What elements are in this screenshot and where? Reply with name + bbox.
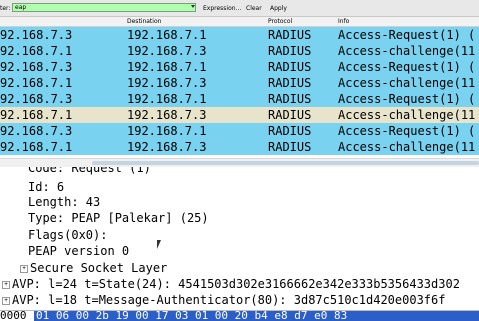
packet-destination: 192.168.7.1	[127, 60, 207, 74]
expand-icon[interactable]: +	[2, 280, 10, 289]
packet-row[interactable]: 92.168.7.3 192.168.7.1 RADIUS Access-Req…	[0, 123, 479, 139]
packet-row[interactable]: 92.168.7.1 192.168.7.3 RADIUS Access-cha…	[0, 107, 479, 123]
packet-info: Access-Request(1) (	[338, 124, 476, 138]
packet-source: 92.168.7.1	[0, 44, 73, 58]
expand-icon[interactable]: +	[2, 296, 10, 305]
packet-details-pane: Code: Request (1) Id: 6 Length: 43 Type:…	[0, 167, 479, 310]
expand-icon[interactable]: +	[20, 264, 28, 273]
detail-flags[interactable]: Flags(0x0):	[28, 227, 107, 243]
hex-offset: 0000	[0, 310, 27, 321]
packet-destination: 192.168.7.3	[127, 76, 207, 90]
packet-destination: 192.168.7.3	[127, 44, 207, 58]
detail-peap-version[interactable]: PEAP version 0	[28, 243, 129, 259]
packet-protocol: RADIUS	[268, 60, 312, 74]
packet-destination: 192.168.7.1	[127, 92, 207, 106]
filter-label: ter:	[0, 5, 11, 12]
filter-toolbar: ter: eap Expression... Clear Apply	[0, 0, 479, 17]
mouse-cursor-icon	[157, 240, 165, 249]
packet-protocol: RADIUS	[268, 76, 312, 90]
packet-info: Access-challenge(11	[338, 108, 476, 122]
packet-info: Access-challenge(11	[338, 140, 476, 154]
filter-input[interactable]: eap	[12, 3, 196, 12]
scrollbar-thumb[interactable]	[92, 161, 479, 165]
packet-destination: 192.168.7.1	[127, 28, 207, 42]
detail-ssl[interactable]: + Secure Socket Layer	[20, 260, 167, 276]
packet-info: Access-Request(1) (	[338, 60, 476, 74]
detail-avp-state[interactable]: + AVP: l=24 t=State(24): 4541503d302e3166…	[2, 276, 460, 292]
packet-protocol: RADIUS	[268, 28, 312, 42]
packet-info: Access-Request(1) (	[338, 92, 476, 106]
column-info[interactable]: Info	[338, 18, 349, 25]
packet-list-header: Destination Protocol Info	[0, 17, 479, 27]
packet-info: Access-challenge(11	[338, 76, 476, 90]
detail-code[interactable]: Code: Request (1)	[28, 167, 151, 176]
packet-source: 92.168.7.3	[0, 28, 73, 42]
detail-ssl-label: Secure Socket Layer	[30, 261, 168, 275]
packet-destination: 192.168.7.3	[127, 140, 207, 154]
packet-source: 92.168.7.3	[0, 60, 73, 74]
packet-protocol: RADIUS	[268, 44, 312, 58]
packet-destination: 192.168.7.3	[127, 108, 207, 122]
packet-row[interactable]: 92.168.7.3 192.168.7.1 RADIUS Access-Req…	[0, 91, 479, 107]
packet-row[interactable]: 92.168.7.1 192.168.7.3 RADIUS Access-cha…	[0, 43, 479, 59]
packet-source: 92.168.7.3	[0, 124, 73, 138]
detail-type[interactable]: Type: PEAP [Palekar] (25)	[28, 210, 209, 226]
detail-id[interactable]: Id: 6	[28, 179, 64, 195]
detail-avp-state-label: AVP: l=24 t=State(24): 4541503d302e31666…	[12, 277, 460, 291]
packet-protocol: RADIUS	[268, 124, 312, 138]
packet-info: Access-challenge(11	[338, 44, 476, 58]
packet-list-scrollbar[interactable]	[0, 158, 479, 167]
column-destination[interactable]: Destination	[127, 18, 161, 25]
detail-length[interactable]: Length: 43	[28, 194, 100, 210]
packet-protocol: RADIUS	[268, 108, 312, 122]
packet-info: Access-Request(1) (	[338, 28, 476, 42]
column-protocol[interactable]: Protocol	[268, 18, 292, 25]
filter-dropdown-icon[interactable]	[191, 5, 195, 8]
hex-bytes-pane: 0000 01 06 00 2b 19 00 17 03 01 00 20 b4…	[0, 310, 479, 321]
packet-row[interactable]: 92.168.7.1 192.168.7.3 RADIUS Access-cha…	[0, 139, 479, 155]
packet-source: 92.168.7.1	[0, 76, 73, 90]
packet-protocol: RADIUS	[268, 140, 312, 154]
packet-source: 92.168.7.1	[0, 140, 73, 154]
apply-button[interactable]: Apply	[270, 5, 287, 12]
packet-protocol: RADIUS	[268, 92, 312, 106]
detail-avp-message-authenticator[interactable]: + AVP: l=18 t=Message-Authenticator(80): …	[2, 292, 445, 308]
packet-source: 92.168.7.1	[0, 108, 73, 122]
detail-avp-ma-label: AVP: l=18 t=Message-Authenticator(80): 3…	[12, 293, 446, 307]
packet-row[interactable]: 92.168.7.1 192.168.7.3 RADIUS Access-cha…	[0, 75, 479, 91]
packet-destination: 192.168.7.1	[127, 124, 207, 138]
packet-row[interactable]: 92.168.7.3 192.168.7.1 RADIUS Access-Req…	[0, 27, 479, 43]
clear-button[interactable]: Clear	[246, 5, 262, 12]
packet-row[interactable]: 92.168.7.3 192.168.7.1 RADIUS Access-Req…	[0, 59, 479, 75]
expression-button[interactable]: Expression...	[203, 5, 241, 12]
packet-source: 92.168.7.3	[0, 92, 73, 106]
hex-bytes[interactable]: 01 06 00 2b 19 00 17 03 01 00 20 b4 e8 d…	[36, 311, 347, 321]
